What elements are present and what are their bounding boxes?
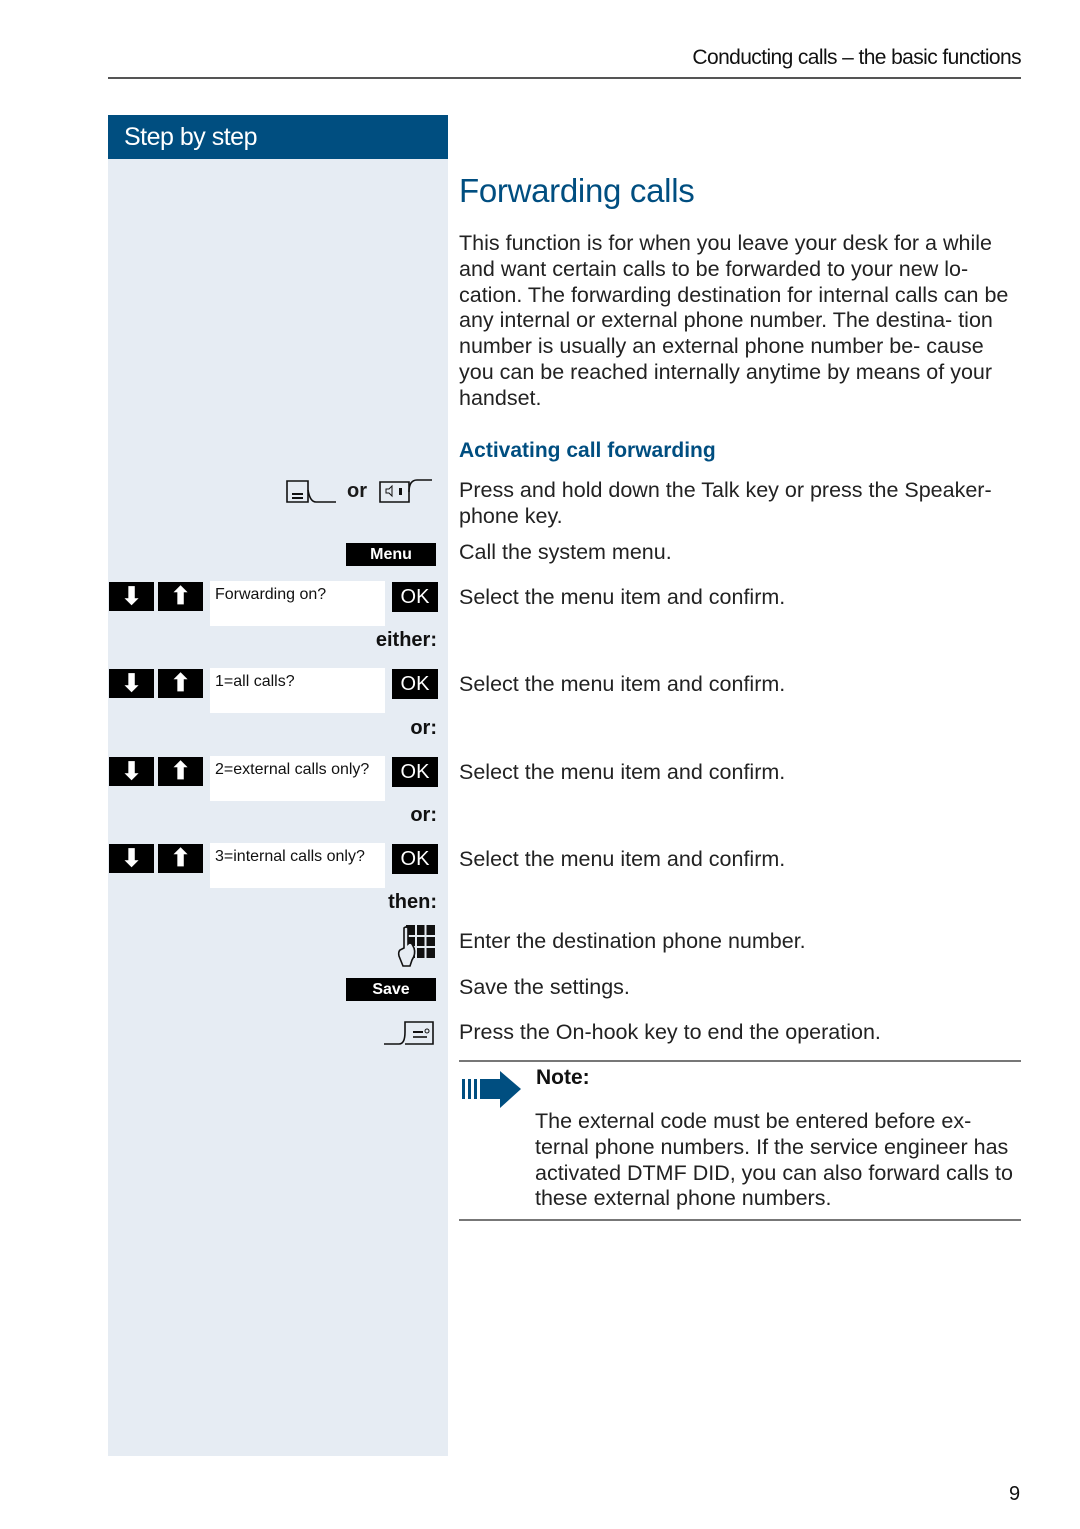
note-text: The external code must be entered before… [535,1109,1013,1211]
up-arrow-key[interactable]: ⬆ [158,582,203,611]
conjunction-or: or: [410,717,437,739]
conjunction-then: then: [388,891,437,913]
up-arrow-key[interactable]: ⬆ [158,844,203,873]
ok-key[interactable]: OK [392,582,438,612]
page-number: 9 [1009,1483,1021,1505]
ok-key[interactable]: OK [392,757,438,787]
header-rule [108,77,1021,79]
or-label: or [347,480,367,502]
step-text: Select the menu item and confirm. [459,585,786,609]
intro-paragraph: This function is for when you leave your… [459,231,1009,410]
ok-key[interactable]: OK [392,669,438,699]
section-subheading: Activating call forwarding [459,439,716,462]
step-text: Select the menu item and confirm. [459,847,786,871]
page-title: Forwarding calls [459,172,695,209]
up-arrow-key[interactable]: ⬆ [158,757,203,786]
keypad-icon [396,924,436,968]
step-text: Save the settings. [459,975,630,999]
sidebar-heading: Step by step [108,115,448,159]
note-arrow-icon [460,1070,522,1110]
display-all-calls: 1=all calls? [210,668,385,713]
down-arrow-key[interactable]: ⬇ [109,757,154,786]
running-header: Conducting calls – the basic functions [692,46,1021,69]
display-external-only: 2=external calls only? [210,756,385,801]
display-internal-only: 3=internal calls only? [210,843,385,888]
step-text: Press and hold down the Talk key or pres… [459,478,992,528]
step-text: Select the menu item and confirm. [459,672,786,696]
note-bottom-rule [459,1219,1021,1221]
on-hook-key-icon [383,1020,435,1046]
down-arrow-key[interactable]: ⬇ [109,844,154,873]
menu-key[interactable]: Menu [346,543,436,566]
display-forwarding-on: Forwarding on? [210,581,385,626]
step-text: Select the menu item and confirm. [459,760,786,784]
conjunction-or: or: [410,804,437,826]
note-top-rule [459,1060,1021,1062]
step-text: Call the system menu. [459,540,672,564]
down-arrow-key[interactable]: ⬇ [109,582,154,611]
down-arrow-key[interactable]: ⬇ [109,669,154,698]
conjunction-either: either: [375,629,437,651]
up-arrow-key[interactable]: ⬆ [158,669,203,698]
speaker-key-icon [379,478,433,504]
ok-key[interactable]: OK [392,844,438,874]
save-key[interactable]: Save [346,978,436,1001]
step-text: Press the On-hook key to end the operati… [459,1020,881,1044]
note-label: Note: [536,1066,590,1089]
step-text: Enter the destination phone number. [459,929,806,953]
talk-key-icon [286,480,338,504]
